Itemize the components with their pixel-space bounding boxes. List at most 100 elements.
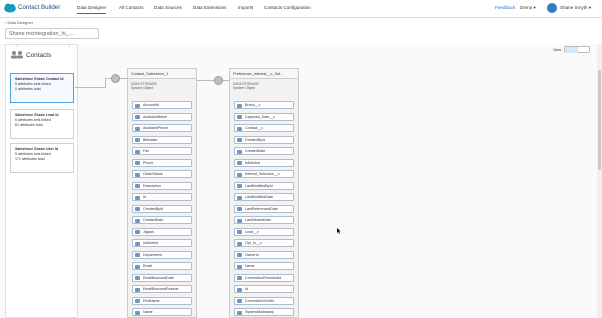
field-type-icon [135, 287, 140, 292]
pin-icon[interactable]: ↕ [16, 43, 18, 48]
contact-card-contact-id[interactable]: Salesforce Shane Contact Id 5 attributes… [10, 73, 74, 103]
field-type-icon [237, 195, 242, 200]
field-type-icon [237, 207, 242, 211]
grid-view-icon[interactable] [565, 47, 578, 53]
field-type-icon [135, 299, 140, 303]
demo-label: Demo [520, 5, 533, 10]
field-name: Phone [143, 160, 154, 165]
attribute-field[interactable]: CreatedDate [234, 147, 294, 155]
field-type-icon [135, 276, 140, 280]
attribute-field[interactable]: IsDeleted [132, 239, 192, 247]
vertical-scrollbar[interactable] [597, 44, 602, 318]
field-type-icon [237, 149, 242, 154]
scroll-thumb[interactable] [598, 70, 601, 170]
attribute-field[interactable]: Department [132, 250, 192, 259]
attribute-field[interactable]: EmailBouncedReason [132, 285, 192, 293]
attribute-field[interactable]: ConnectionSentId [234, 296, 294, 305]
tab-imports[interactable]: Imports [238, 5, 253, 10]
attribute-field[interactable]: Interest_Selection__c [234, 170, 294, 178]
demo-menu[interactable]: Demo ▾ [520, 5, 536, 11]
attribute-field[interactable]: CreatedById [234, 135, 294, 144]
field-type-icon [237, 126, 242, 131]
field-name: LastModifiedById [245, 183, 273, 188]
field-type-icon [135, 264, 140, 269]
card-line2: 61 attributes total [15, 122, 43, 127]
attribute-field[interactable]: AssistantName [132, 112, 192, 121]
attribute-field[interactable]: Id [132, 193, 192, 201]
user-name: Shane Smyth [560, 5, 588, 10]
attribute-field[interactable]: Birthdate [132, 135, 192, 144]
attribute-field[interactable]: Fax [132, 147, 192, 155]
field-type-icon [237, 264, 242, 269]
attribute-field[interactable]: LastReferencedDate [234, 204, 294, 213]
contact-card-lead-id[interactable]: Salesforce Shane Lead Id 5 attributes se… [10, 109, 74, 139]
attribute-field[interactable]: LastViewedDate [234, 216, 294, 224]
object-title[interactable]: Preference_Interest__c_Sal... [230, 69, 298, 79]
attribute-field[interactable]: Description [132, 181, 192, 190]
field-name: OwnerId [245, 252, 259, 257]
attribute-field[interactable]: Phone [132, 158, 192, 167]
field-name: CreatedDate [245, 149, 266, 153]
app-brand[interactable]: Contact Builder [18, 4, 60, 11]
attribute-field[interactable]: IsDeleted [234, 158, 294, 167]
attribute-field[interactable]: CreatedById [132, 204, 192, 213]
tab-contacts-configuration[interactable]: Contacts Configuration [264, 5, 311, 10]
field-name: EmailBouncedDate [143, 275, 174, 280]
attribute-field[interactable]: FirstName [132, 296, 192, 305]
attribute-field[interactable]: AccountId [132, 101, 192, 109]
field-name: IsDeleted [245, 160, 261, 165]
attribute-field[interactable]: CreatedDate [132, 216, 192, 224]
contact-card-user-id[interactable]: Salesforce Shane User Id 5 attributes se… [10, 143, 74, 173]
field-name: AssistantPhone [143, 126, 168, 130]
field-type-icon [135, 138, 140, 142]
link-node-icon[interactable] [214, 76, 223, 85]
attribute-field[interactable]: Brand__c [234, 101, 294, 109]
attribute-field[interactable]: AssistantPhone [132, 124, 192, 132]
attribute-field[interactable]: CleanStatus [132, 170, 192, 178]
attribute-field[interactable]: Email [132, 262, 192, 270]
attribute-field[interactable]: OwnerId [234, 250, 294, 259]
attribute-field[interactable]: ConnectionReceivedId [234, 273, 294, 282]
attribute-field[interactable]: Name [234, 262, 294, 270]
avatar[interactable] [547, 3, 557, 13]
attribute-group-preference-interest[interactable]: Preference_Interest__c_Sal... DATA STORA… [229, 68, 299, 318]
tab-data-sources[interactable]: Data Sources [154, 5, 182, 10]
attribute-field[interactable]: Id [234, 285, 294, 293]
link-node-icon[interactable] [111, 74, 120, 83]
view-toggle[interactable] [564, 46, 590, 53]
feedback-link[interactable]: Feedback [495, 5, 515, 10]
field-type-icon [135, 195, 140, 200]
attribute-field[interactable]: Name [132, 308, 192, 316]
attribute-field[interactable]: Lead__c [234, 227, 294, 236]
user-menu[interactable]: Shane Smyth ▾ [560, 5, 591, 11]
attribute-field[interactable]: Captured_Date__c [234, 112, 294, 121]
attribute-field[interactable]: LastModifiedDate [234, 193, 294, 201]
attribute-field[interactable]: Jigsaw [132, 227, 192, 236]
designer-canvas[interactable] [0, 44, 602, 318]
relationship-line [105, 78, 106, 88]
attribute-field[interactable]: LastModifiedById [234, 181, 294, 190]
object-type-label: System Object [233, 86, 256, 91]
field-type-icon [135, 253, 140, 257]
field-type-icon [237, 115, 242, 119]
object-title[interactable]: Contact_Salesforce_1 [128, 69, 196, 79]
pin-icon[interactable]: ↕ [68, 43, 70, 48]
field-type-icon [135, 218, 140, 223]
attribute-group-contact-salesforce[interactable]: Contact_Salesforce_1 DATA STORAGE System… [127, 68, 197, 318]
field-name: Jigsaw [143, 229, 154, 234]
attribute-field[interactable]: Opt_In__c [234, 239, 294, 247]
view-label: View [553, 48, 562, 52]
tab-data-designer[interactable]: Data Designer [77, 5, 107, 14]
attribute-field[interactable]: Contact__c [234, 124, 294, 132]
relationship-line [75, 87, 105, 88]
tab-data-extensions[interactable]: Data Extensions [193, 5, 226, 10]
breadcrumb[interactable]: ‹ Data Designer [5, 20, 33, 25]
tab-all-contacts[interactable]: All Contacts [119, 5, 144, 10]
relationship-line [197, 80, 229, 81]
attribute-field[interactable]: SystemModstamp [234, 308, 294, 316]
attribute-field[interactable]: EmailBouncedDate [132, 273, 192, 282]
field-name: LastViewedDate [245, 218, 272, 222]
field-type-icon [135, 126, 140, 131]
field-name: Birthdate [143, 137, 158, 142]
page-title[interactable]: Shane mcintegration_hi_... [5, 28, 99, 39]
